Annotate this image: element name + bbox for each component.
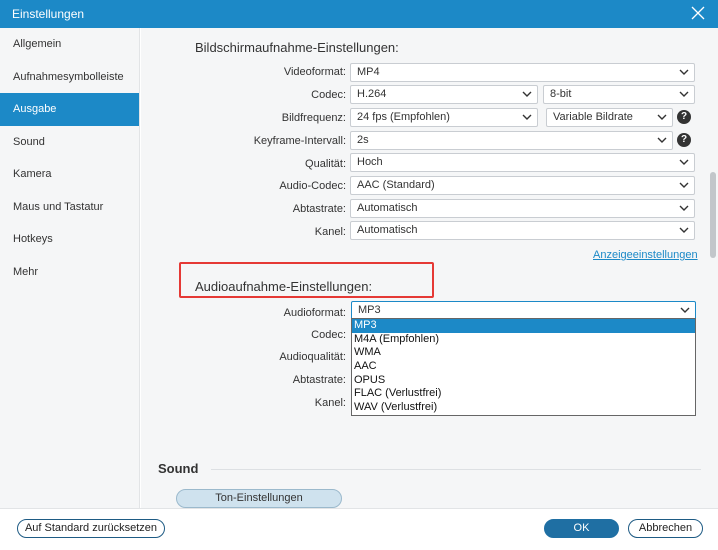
audio-codec-label: Audio-Codec: bbox=[279, 180, 346, 192]
help-icon[interactable]: ? bbox=[677, 110, 691, 124]
chevron-down-icon bbox=[679, 227, 689, 233]
samplerate-label: Abtastrate: bbox=[292, 203, 346, 215]
audio-codec-select[interactable]: AAC (Standard) bbox=[350, 176, 695, 195]
samplerate-value: Automatisch bbox=[357, 202, 418, 214]
quality-select[interactable]: Hoch bbox=[350, 153, 695, 172]
screen-settings-title: Bildschirmaufnahme-Einstellungen: bbox=[195, 40, 399, 55]
sidebar-item-label: Kamera bbox=[13, 168, 52, 181]
videoformat-label: Videoformat: bbox=[283, 66, 346, 78]
sidebar-item-label: Aufnahmesymbolleiste bbox=[13, 70, 124, 83]
sidebar-item-maus-und-tastatur[interactable]: Maus und Tastatur bbox=[0, 191, 139, 224]
dropdown-option-opus[interactable]: OPUS bbox=[352, 374, 695, 388]
chevron-down-icon bbox=[680, 307, 690, 313]
bitrate-mode-value: Variable Bildrate bbox=[553, 111, 633, 123]
audioformat-value: MP3 bbox=[358, 304, 381, 316]
chevron-down-icon bbox=[522, 114, 532, 120]
dropdown-option-m4a[interactable]: M4A (Empfohlen) bbox=[352, 333, 695, 347]
bitdepth-value: 8-bit bbox=[550, 88, 572, 100]
chevron-down-icon bbox=[522, 91, 532, 97]
videoformat-select[interactable]: MP4 bbox=[350, 63, 695, 82]
display-settings-link[interactable]: Anzeigeeinstellungen bbox=[593, 249, 698, 261]
dropdown-option-wma[interactable]: WMA bbox=[352, 346, 695, 360]
footer: Auf Standard zurücksetzen OK Abbrechen bbox=[0, 508, 718, 550]
codec-select[interactable]: H.264 bbox=[350, 85, 538, 104]
settings-content: Bildschirmaufnahme-Einstellungen: Videof… bbox=[141, 28, 718, 508]
chevron-down-icon bbox=[679, 159, 689, 165]
chevron-down-icon bbox=[679, 69, 689, 75]
sidebar-item-aufnahmesymbolleiste[interactable]: Aufnahmesymbolleiste bbox=[0, 61, 139, 94]
keyframe-value: 2s bbox=[357, 134, 369, 146]
sidebar-item-ausgabe[interactable]: Ausgabe bbox=[0, 93, 139, 126]
audio-settings-title: Audioaufnahme-Einstellungen: bbox=[195, 279, 373, 294]
help-icon[interactable]: ? bbox=[677, 133, 691, 147]
sidebar-item-sound[interactable]: Sound bbox=[0, 126, 139, 159]
framerate-value: 24 fps (Empfohlen) bbox=[357, 111, 450, 123]
chevron-down-icon bbox=[657, 114, 667, 120]
channel-label: Kanel: bbox=[314, 226, 346, 238]
audioformat-label: Audioformat: bbox=[283, 307, 346, 319]
sidebar-item-hotkeys[interactable]: Hotkeys bbox=[0, 223, 139, 256]
sidebar: Allgemein Aufnahmesymbolleiste Ausgabe S… bbox=[0, 28, 140, 508]
audio-channel-label: Kanel: bbox=[314, 397, 346, 409]
cancel-button[interactable]: Abbrechen bbox=[628, 519, 703, 538]
scrollbar-thumb[interactable] bbox=[710, 172, 716, 258]
sidebar-item-mehr[interactable]: Mehr bbox=[0, 256, 139, 289]
bitdepth-select[interactable]: 8-bit bbox=[543, 85, 695, 104]
framerate-label: Bildfrequenz: bbox=[281, 112, 346, 124]
sidebar-item-label: Mehr bbox=[13, 265, 39, 278]
chevron-down-icon bbox=[657, 137, 667, 143]
chevron-down-icon bbox=[679, 205, 689, 211]
bitrate-mode-select[interactable]: Variable Bildrate bbox=[546, 108, 673, 127]
audio-codec-row-label: Codec: bbox=[311, 329, 346, 341]
sidebar-item-label: Hotkeys bbox=[13, 233, 53, 246]
dropdown-option-flac[interactable]: FLAC (Verlustfrei) bbox=[352, 387, 695, 401]
codec-label: Codec: bbox=[311, 89, 346, 101]
sidebar-item-allgemein[interactable]: Allgemein bbox=[0, 28, 139, 61]
dropdown-option-aac[interactable]: AAC bbox=[352, 360, 695, 374]
framerate-select[interactable]: 24 fps (Empfohlen) bbox=[350, 108, 538, 127]
dropdown-option-wav[interactable]: WAV (Verlustfrei) bbox=[352, 401, 695, 415]
sidebar-item-label: Maus und Tastatur bbox=[13, 200, 104, 213]
audio-quality-label: Audioqualität: bbox=[279, 351, 346, 363]
sound-section-title: Sound bbox=[158, 461, 199, 476]
videoformat-value: MP4 bbox=[357, 66, 380, 78]
reset-defaults-button[interactable]: Auf Standard zurücksetzen bbox=[17, 519, 165, 538]
chevron-down-icon bbox=[679, 182, 689, 188]
audio-codec-value: AAC (Standard) bbox=[357, 179, 435, 191]
sound-settings-button[interactable]: Ton-Einstellungen bbox=[176, 489, 342, 508]
close-icon[interactable] bbox=[688, 3, 708, 23]
sidebar-item-kamera[interactable]: Kamera bbox=[0, 158, 139, 191]
quality-value: Hoch bbox=[357, 156, 383, 168]
sidebar-item-label: Sound bbox=[13, 135, 45, 148]
quality-label: Qualität: bbox=[305, 158, 346, 170]
channel-select[interactable]: Automatisch bbox=[350, 221, 695, 240]
channel-value: Automatisch bbox=[357, 224, 418, 236]
samplerate-select[interactable]: Automatisch bbox=[350, 199, 695, 218]
keyframe-select[interactable]: 2s bbox=[350, 131, 673, 150]
sidebar-item-label: Allgemein bbox=[13, 38, 62, 51]
chevron-down-icon bbox=[679, 91, 689, 97]
section-divider bbox=[211, 469, 701, 470]
codec-value: H.264 bbox=[357, 88, 387, 100]
dropdown-option-mp3[interactable]: MP3 bbox=[352, 319, 695, 333]
window-title: Einstellungen bbox=[12, 7, 85, 21]
keyframe-label: Keyframe-Intervall: bbox=[253, 135, 346, 147]
title-bar: Einstellungen bbox=[0, 0, 718, 28]
audio-samplerate-label: Abtastrate: bbox=[292, 374, 346, 386]
ok-button[interactable]: OK bbox=[544, 519, 619, 538]
audioformat-dropdown: MP3 M4A (Empfohlen) WMA AAC OPUS FLAC (V… bbox=[351, 318, 696, 416]
sidebar-item-label: Ausgabe bbox=[13, 103, 57, 116]
